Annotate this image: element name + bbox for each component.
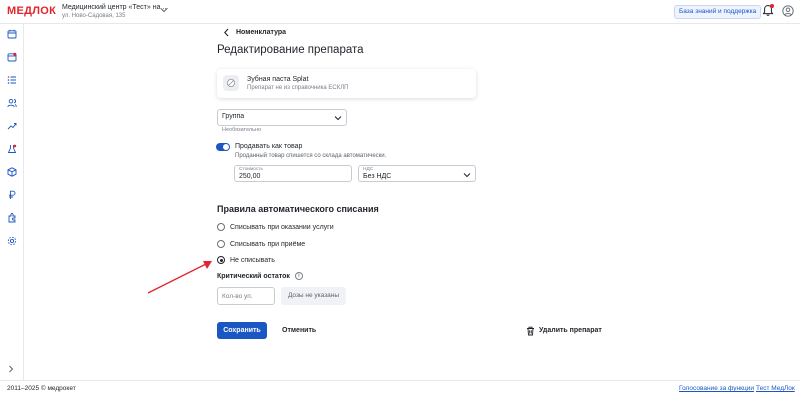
test-medlok-link[interactable]: Тест МедЛок bbox=[756, 385, 795, 392]
copyright: 2011–2025 © медрокет bbox=[7, 385, 76, 392]
feature-vote-link[interactable]: Голосование за функции bbox=[679, 385, 754, 392]
footer: 2011–2025 © медрокет Голосование за функ… bbox=[0, 380, 800, 397]
annotation-arrow bbox=[147, 261, 212, 294]
